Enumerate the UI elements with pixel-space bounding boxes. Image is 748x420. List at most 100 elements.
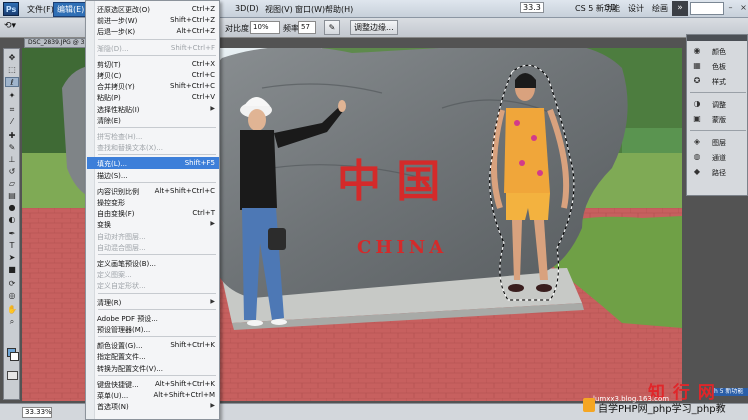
search-field[interactable] [690,2,724,15]
menu-item-label: 清理(R) [97,298,122,307]
edit-menu-item[interactable]: 自由变换(F) Ctrl+T [87,207,219,219]
zoom-level-dropdown[interactable]: 33.3 [520,2,544,13]
menu-file[interactable]: 文件(F) [24,3,57,16]
edit-menu-item: 定义图案... [87,268,219,280]
edit-menu-item: 定义自定形状... [87,279,219,291]
refine-edge-button[interactable]: 调整边缘... [350,20,398,35]
marquee-tool-icon[interactable]: ⬚ [5,65,19,75]
menu-item-shortcut: Alt+Shift+Ctrl+M [153,391,215,399]
edit-menu-item[interactable]: 剪切(T) Ctrl+X [87,58,219,70]
panel-dock: ◉ 颜色 ▦ 色板 ✪ 样式 ◑ 调整 ▣ 蒙版 ◈ 图层 ◍ 通道 ◆ 路径 [686,34,748,196]
edit-menu-item[interactable]: 粘贴(P) Ctrl+V [87,91,219,103]
edit-menu-item[interactable]: 转换为配置文件(V)... [87,362,219,374]
workspace-expand-button[interactable]: » [672,1,688,16]
panel-color[interactable]: ◉ 颜色 [690,44,746,58]
edit-menu-item[interactable]: 前进一步(W) Shift+Ctrl+Z [87,14,219,26]
healing-brush-tool-icon[interactable]: ✚ [5,131,19,141]
blur-tool-icon[interactable]: ● [5,203,19,213]
edit-menu-item[interactable]: 填充(L)... Shift+F5 [87,157,219,170]
workspace-painting[interactable]: 绘画 [652,3,668,14]
3d-rotate-tool-icon[interactable]: ⟳ [5,279,19,289]
3d-orbit-tool-icon[interactable]: ◎ [5,291,19,301]
edit-menu-item[interactable]: 预设管理器(M)... [87,323,219,335]
adjustments-icon: ◑ [693,99,701,108]
lasso-tool-icon[interactable]: ℓ [5,77,19,87]
type-tool-icon[interactable]: T [5,241,19,251]
masks-icon: ▣ [693,114,701,123]
menu-item-shortcut: Alt+Shift+Ctrl+K [154,379,215,388]
frequency-input[interactable]: 57 [298,21,316,34]
edit-menu-item[interactable]: 颜色设置(G)... Shift+Ctrl+K [87,339,219,351]
menu-item-shortcut: Ctrl+T [192,209,215,218]
submenu-arrow-icon: ▶ [210,104,215,112]
edit-menu-item[interactable]: 还原选区更改(O) Ctrl+Z [87,3,219,15]
brush-tool-icon[interactable]: ✎ [5,143,19,153]
zoom-tool-icon[interactable]: ⌕ [5,317,19,327]
tablet-pressure-icon[interactable]: ✎ [324,20,340,35]
edit-menu-item[interactable]: 选择性粘贴(I) ▶ [87,103,219,115]
status-zoom-field[interactable]: 33.33% [22,407,52,418]
gradient-tool-icon[interactable]: ▤ [5,191,19,201]
menu-help[interactable]: 帮助(H) [322,3,356,16]
edit-menu-item[interactable]: Adobe PDF 预设... [87,312,219,324]
stone-text-china: CHINA [357,237,447,258]
menu-item-label: 自动混合图层... [97,243,146,252]
menu-view[interactable]: 视图(V) [262,3,296,16]
edit-menu-item[interactable]: 拷贝(C) Ctrl+C [87,69,219,81]
edit-menu-item[interactable]: 后退一步(K) Alt+Ctrl+Z [87,25,219,37]
menu-item-label: 描边(S)... [97,171,128,180]
edit-menu-item[interactable]: 指定配置文件... [87,350,219,362]
clone-stamp-tool-icon[interactable]: ⊥ [5,155,19,165]
minimize-icon[interactable]: – [727,2,734,14]
quick-select-tool-icon[interactable]: ✦ [5,91,19,101]
dock-header[interactable] [687,35,747,41]
panel-styles[interactable]: ✪ 样式 [690,74,746,88]
quick-mask-icon[interactable] [7,371,18,380]
workspace-design[interactable]: 设计 [628,3,644,14]
background-color-swatch[interactable] [10,352,19,361]
shape-tool-icon[interactable]: ■ [5,265,19,275]
edit-menu-item[interactable]: 合并拷贝(Y) Shift+Ctrl+C [87,80,219,92]
panel-swatches[interactable]: ▦ 色板 [690,59,746,73]
move-tool-icon[interactable]: ✥ [5,53,19,63]
edit-menu-item[interactable]: 首选项(N) ▶ [87,400,219,412]
edit-menu-dropdown: 还原选区更改(O) Ctrl+Z 前进一步(W) Shift+Ctrl+Z 后退一步(K… [85,0,220,420]
menu-separator [98,308,216,310]
edit-menu-item[interactable]: 定义画笔预设(B)... [87,257,219,269]
lasso-tool-preset-icon[interactable]: ⟲▾ [4,21,16,31]
dodge-tool-icon[interactable]: ◐ [5,215,19,225]
hand-tool-icon[interactable]: ✋ [5,305,19,315]
crop-tool-icon[interactable]: ⌗ [5,105,19,115]
edit-menu-item[interactable]: 描边(S)... [87,169,219,181]
eyedropper-tool-icon[interactable]: ⁄ [5,117,19,127]
menu-item-shortcut: Alt+Ctrl+Z [176,27,215,36]
path-selection-tool-icon[interactable]: ➤ [5,253,19,263]
workspace-3d[interactable]: 3D [605,3,616,12]
menu-separator [98,154,216,156]
edit-menu-item[interactable]: 操控变形 [87,196,219,208]
edit-menu-item[interactable]: 清理(R) ▶ [87,296,219,308]
toolbox: ✥ ⬚ ℓ ✦ ⌗ ⁄ ✚ ✎ ⊥ ↺ ▱ ▤ ● ◐ ✒ T ➤ ■ ⟳ ◎ … [3,48,20,400]
contrast-input[interactable]: 10% [250,21,280,34]
panel-paths[interactable]: ◆ 路径 [690,165,746,179]
panel-adjustments[interactable]: ◑ 调整 [690,97,746,111]
panel-masks[interactable]: ▣ 蒙版 [690,112,746,126]
panel-layers[interactable]: ◈ 图层 [690,135,746,149]
panel-channels[interactable]: ◍ 通道 [690,150,746,164]
edit-menu-item[interactable]: 键盘快捷键... Alt+Shift+Ctrl+K [87,378,219,390]
menu-3d[interactable]: 3D(D) [232,3,262,14]
edit-menu-item[interactable]: 菜单(U)... Alt+Shift+Ctrl+M [87,389,219,401]
eraser-tool-icon[interactable]: ▱ [5,179,19,189]
document-tab[interactable]: DSC_2839.JPG @ 33.3% [24,38,92,48]
panel-paths-label: 路径 [712,169,726,177]
menu-separator [98,127,216,128]
panel-styles-label: 样式 [712,78,726,86]
menu-separator [98,54,216,56]
edit-menu-item[interactable]: 清除(E) [87,114,219,126]
edit-menu-item[interactable]: 变换 ▶ [87,218,219,230]
menu-edit[interactable]: 编辑(E) [53,2,89,17]
history-brush-tool-icon[interactable]: ↺ [5,167,19,177]
pen-tool-icon[interactable]: ✒ [5,229,19,239]
edit-menu-item[interactable]: 内容识别比例 Alt+Shift+Ctrl+C [87,185,219,197]
close-icon[interactable]: × [740,2,747,14]
